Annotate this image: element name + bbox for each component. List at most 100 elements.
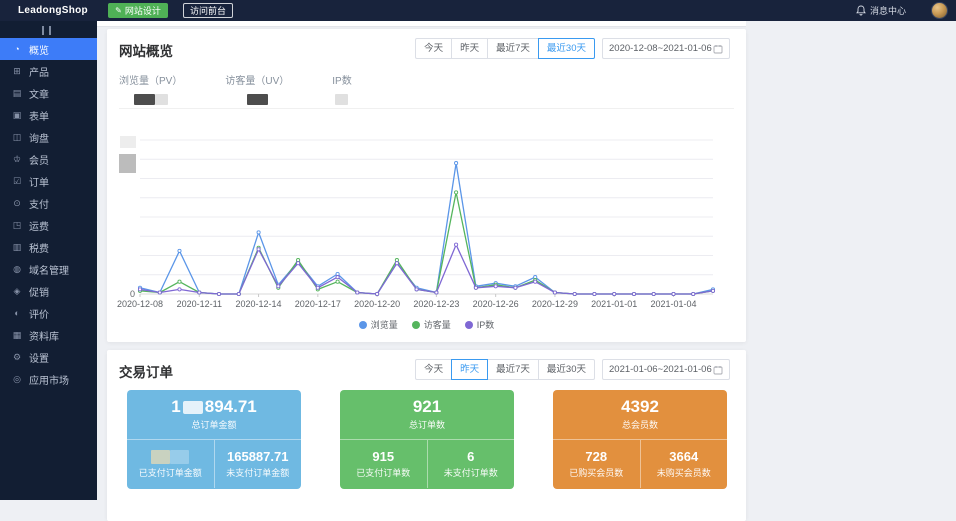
sidebar-item-3[interactable]: ▣表单 <box>0 104 97 126</box>
orders-date-range-input[interactable]: 2021-01-06~2021-01-06 <box>602 359 730 380</box>
cell-value <box>151 450 189 464</box>
legend-item-2[interactable]: IP数 <box>465 318 495 331</box>
censored-ytick <box>120 136 136 148</box>
sidebar-item-label: 税费 <box>29 240 49 255</box>
overview-filter-3[interactable]: 最近30天 <box>538 38 595 59</box>
dashboard-icon: ◔ <box>10 44 24 54</box>
card-total-label: 总订单数 <box>409 418 445 431</box>
sidebar-item-4[interactable]: ◫询盘 <box>0 126 97 148</box>
svg-text:2020-12-26: 2020-12-26 <box>473 299 519 309</box>
members-icon: ♔ <box>10 154 24 164</box>
orders-panel: 交易订单 今天昨天最近7天最近30天 2021-01-06~2021-01-06… <box>107 350 746 521</box>
svg-text:2020-12-20: 2020-12-20 <box>354 299 400 309</box>
stat-label: 访客量（UV） <box>225 72 289 87</box>
orders-filters: 今天昨天最近7天最近30天 2021-01-06~2021-01-06 <box>415 359 730 380</box>
sidebar-item-2[interactable]: ▤ 文章 <box>0 82 97 104</box>
censored-block <box>335 94 348 105</box>
overview-stat-0: 浏览量（PV） <box>119 72 182 105</box>
orders-date-range-value: 2021-01-06~2021-01-06 <box>609 364 712 375</box>
legend-dot-icon <box>412 321 420 329</box>
svg-text:2020-12-17: 2020-12-17 <box>295 299 341 309</box>
orders-filter-1[interactable]: 昨天 <box>451 359 488 380</box>
censored-block <box>183 401 203 414</box>
orders-filter-2[interactable]: 最近7天 <box>487 359 539 380</box>
sidebar-item-label: 订单 <box>29 174 49 189</box>
orders-icon: ☑ <box>10 176 24 186</box>
avatar[interactable] <box>931 2 948 19</box>
card-left-cell: 915已支付订单数 <box>340 440 428 488</box>
overview-filter-0[interactable]: 今天 <box>415 38 452 59</box>
orders-stat-cards: 1894.71总订单金额已支付订单金额165887.71未支付订单金额921总订… <box>127 390 727 489</box>
reviews-icon: ◐ <box>10 308 24 318</box>
sidebar-item-8[interactable]: ◳运费 <box>0 214 97 236</box>
sidebar-item-label: 促销 <box>29 284 49 299</box>
content-top-strip <box>97 21 746 27</box>
cell-value: 3664 <box>669 449 698 464</box>
sidebar-item-7[interactable]: ⊙支付 <box>0 192 97 214</box>
sidebar-item-label: 设置 <box>29 350 49 365</box>
sidebar-menu: ◔概览⊞产品 ▤ 文章 ▣表单◫询盘♔会员 ☑ 订单 ⊙支付◳运费▥税费◍域名管理 ◈ 促销 ◐评… <box>0 38 97 390</box>
svg-text:2020-12-14: 2020-12-14 <box>236 299 282 309</box>
sidebar-item-14[interactable]: ⚙设置 <box>0 346 97 368</box>
sidebar-item-11[interactable]: ◈ 促销 <box>0 280 97 302</box>
sidebar-item-10[interactable]: ◍域名管理 <box>0 258 97 280</box>
overview-range-buttons: 今天昨天最近7天最近30天 <box>415 38 595 59</box>
member-count-card: 4392总会员数728已购买会员数3664未购买会员数 <box>553 390 727 489</box>
sidebar-item-12[interactable]: ◐评价 <box>0 302 97 324</box>
pencil-icon: ✎ <box>115 7 122 15</box>
message-center-label: 消息中心 <box>870 4 906 17</box>
legend-dot-icon <box>465 321 473 329</box>
overview-stats: 浏览量（PV） 访客量（UV） IP数 <box>119 72 352 105</box>
visit-frontend-button[interactable]: 访问前台 <box>183 3 233 18</box>
overview-divider <box>119 108 734 109</box>
overview-filter-2[interactable]: 最近7天 <box>487 38 539 59</box>
message-center-button[interactable]: 消息中心 <box>856 0 906 21</box>
app-logo[interactable]: LeadongShop <box>18 0 88 21</box>
orders-filter-3[interactable]: 最近30天 <box>538 359 595 380</box>
stat-value-censored <box>225 94 289 105</box>
svg-text:2021-01-01: 2021-01-01 <box>591 299 637 309</box>
orders-filter-0[interactable]: 今天 <box>415 359 452 380</box>
sidebar-collapse-icon[interactable] <box>42 26 51 35</box>
legend-label: 访客量 <box>424 318 451 331</box>
sidebar-item-1[interactable]: ⊞产品 <box>0 60 97 82</box>
sidebar: ◔概览⊞产品 ▤ 文章 ▣表单◫询盘♔会员 ☑ 订单 ⊙支付◳运费▥税费◍域名管理 ◈ 促销 ◐评… <box>0 21 97 500</box>
sidebar-item-label: 产品 <box>29 64 49 79</box>
cell-label: 未支付订单数 <box>444 466 498 479</box>
promotions-icon: ◈ <box>10 286 24 296</box>
censored-block <box>170 450 189 464</box>
order-amount-card: 1894.71总订单金额已支付订单金额165887.71未支付订单金额 <box>127 390 301 489</box>
sidebar-item-5[interactable]: ♔会员 <box>0 148 97 170</box>
cell-value: 165887.71 <box>227 449 288 464</box>
legend-dot-icon <box>359 321 367 329</box>
stat-label: IP数 <box>332 72 351 87</box>
overview-filters: 今天昨天最近7天最近30天 2020-12-08~2021-01-06 <box>415 38 730 59</box>
articles-icon: ▤ <box>10 88 24 98</box>
cell-value: 728 <box>585 449 607 464</box>
sidebar-item-label: 表单 <box>29 108 49 123</box>
stat-value-censored <box>119 94 182 105</box>
sidebar-item-label: 询盘 <box>29 130 49 145</box>
sidebar-item-0[interactable]: ◔概览 <box>0 38 97 60</box>
card-left-cell: 已支付订单金额 <box>127 440 215 488</box>
card-total-value: 4392 <box>621 398 659 416</box>
cell-label: 已支付订单数 <box>356 466 410 479</box>
overview-stat-1: 访客量（UV） <box>225 72 289 105</box>
svg-text:2020-12-08: 2020-12-08 <box>117 299 163 309</box>
site-design-button[interactable]: ✎ 网站设计 <box>108 3 168 18</box>
sidebar-item-label: 文章 <box>29 86 49 101</box>
censored-ytick <box>119 154 136 173</box>
legend-item-1[interactable]: 访客量 <box>412 318 451 331</box>
censored-block <box>151 450 170 464</box>
sidebar-item-9[interactable]: ▥税费 <box>0 236 97 258</box>
overview-filter-1[interactable]: 昨天 <box>451 38 488 59</box>
topbar: LeadongShop ✎ 网站设计 访问前台 消息中心 <box>0 0 956 21</box>
sidebar-item-label: 运费 <box>29 218 49 233</box>
card-left-cell: 728已购买会员数 <box>553 440 641 488</box>
overview-date-range-input[interactable]: 2020-12-08~2021-01-06 <box>602 38 730 59</box>
sidebar-item-6[interactable]: ☑ 订单 <box>0 170 97 192</box>
legend-item-0[interactable]: 浏览量 <box>359 318 398 331</box>
sidebar-item-15[interactable]: ◎应用市场 <box>0 368 97 390</box>
sidebar-item-13[interactable]: ▦资料库 <box>0 324 97 346</box>
card-right-cell: 6未支付订单数 <box>428 440 515 488</box>
